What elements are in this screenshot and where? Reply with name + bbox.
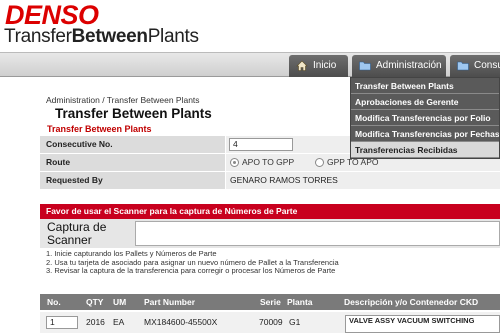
scanner-area: Captura de Scanner xyxy=(40,219,500,248)
cell-um: EA xyxy=(113,317,125,327)
cell-description[interactable]: VALVE ASSY VACUUM SWITCHING xyxy=(345,315,500,333)
requested-by-label: Requested By xyxy=(40,172,225,189)
app-title-bold: Between xyxy=(71,26,148,47)
column-header-serie: Serie xyxy=(260,297,281,307)
menu-item-aprobaciones-gerente[interactable]: Aprobaciones de Gerente xyxy=(351,94,499,110)
cell-part-number: MX184600-45500X xyxy=(144,317,218,327)
app-title-prefix: Transfer xyxy=(4,26,72,47)
scanner-input[interactable] xyxy=(135,221,500,246)
route-label: Route xyxy=(40,154,225,171)
menu-item-transfer-between-plants[interactable]: Transfer Between Plants xyxy=(351,78,499,94)
menu-item-transferencias-recibidas[interactable]: Transferencias Recibidas xyxy=(351,142,499,158)
column-header-descripcion: Descripción y/o Contenedor CKD xyxy=(344,297,479,307)
parts-table-header: No. QTY UM Part Number Serie Planta Desc… xyxy=(40,294,500,310)
folder-icon xyxy=(457,61,469,71)
column-header-part-number: Part Number xyxy=(144,297,196,307)
column-header-um: UM xyxy=(113,297,127,307)
scanner-label-line2: Scanner xyxy=(47,233,92,247)
tab-inicio-label: Inicio xyxy=(313,60,337,71)
scanner-label: Captura de Scanner xyxy=(47,221,106,247)
route-option-apo-to-gpp-label: APO TO GPP xyxy=(242,157,295,167)
page-title: Transfer Between Plants xyxy=(55,106,212,121)
instructions: 1. Inicie capturando los Pallets y Númer… xyxy=(46,249,339,276)
row-no-input[interactable]: 1 xyxy=(46,316,78,329)
tab-administracion-label: Administración xyxy=(376,60,442,71)
denso-logo: DENSO xyxy=(5,0,99,30)
cell-planta: G1 xyxy=(289,317,301,327)
column-header-no: No. xyxy=(47,297,61,307)
form-row-requested-by: Requested By GENARO RAMOS TORRES xyxy=(40,172,500,190)
cell-serie: 70009 xyxy=(259,317,283,327)
breadcrumb: Administration / Transfer Between Plants xyxy=(46,95,200,105)
instruction-item: 3. Revisar la captura de la transferenci… xyxy=(46,266,336,275)
column-header-planta: Planta xyxy=(287,297,313,307)
tab-consulta[interactable]: Consulta xyxy=(450,55,500,77)
app-title-suffix: Plants xyxy=(147,26,199,47)
main-nav: Inicio Administración Consulta xyxy=(0,52,500,77)
home-icon xyxy=(296,60,308,71)
route-radio-gpp-to-apo[interactable] xyxy=(315,158,324,167)
consecutive-input[interactable]: 4 xyxy=(229,138,293,151)
requested-by-value: GENARO RAMOS TORRES xyxy=(226,172,500,189)
tab-administracion[interactable]: Administración xyxy=(352,55,446,77)
consecutive-label: Consecutive No. xyxy=(40,136,225,153)
column-header-qty: QTY xyxy=(86,297,104,307)
tab-consulta-label: Consulta xyxy=(474,60,500,71)
menu-item-modifica-por-fechas[interactable]: Modifica Transferencias por Fechas xyxy=(351,126,499,142)
menu-item-modifica-por-folio[interactable]: Modifica Transferencias por Folio xyxy=(351,110,499,126)
table-row: 1 2016 EA MX184600-45500X 70009 G1 VALVE… xyxy=(40,312,500,333)
tab-inicio[interactable]: Inicio xyxy=(289,55,348,77)
app-header: DENSO TransferBetweenPlants xyxy=(0,0,500,52)
folder-icon xyxy=(359,61,371,71)
cell-qty: 2016 xyxy=(86,317,105,327)
administracion-dropdown-menu: Transfer Between Plants Aprobaciones de … xyxy=(350,77,500,159)
app-title: TransferBetweenPlants xyxy=(4,27,199,47)
section-subtitle: Transfer Between Plants xyxy=(47,124,152,134)
route-radio-apo-to-gpp[interactable] xyxy=(230,158,239,167)
scanner-banner: Favor de usar el Scanner para la captura… xyxy=(40,204,500,219)
